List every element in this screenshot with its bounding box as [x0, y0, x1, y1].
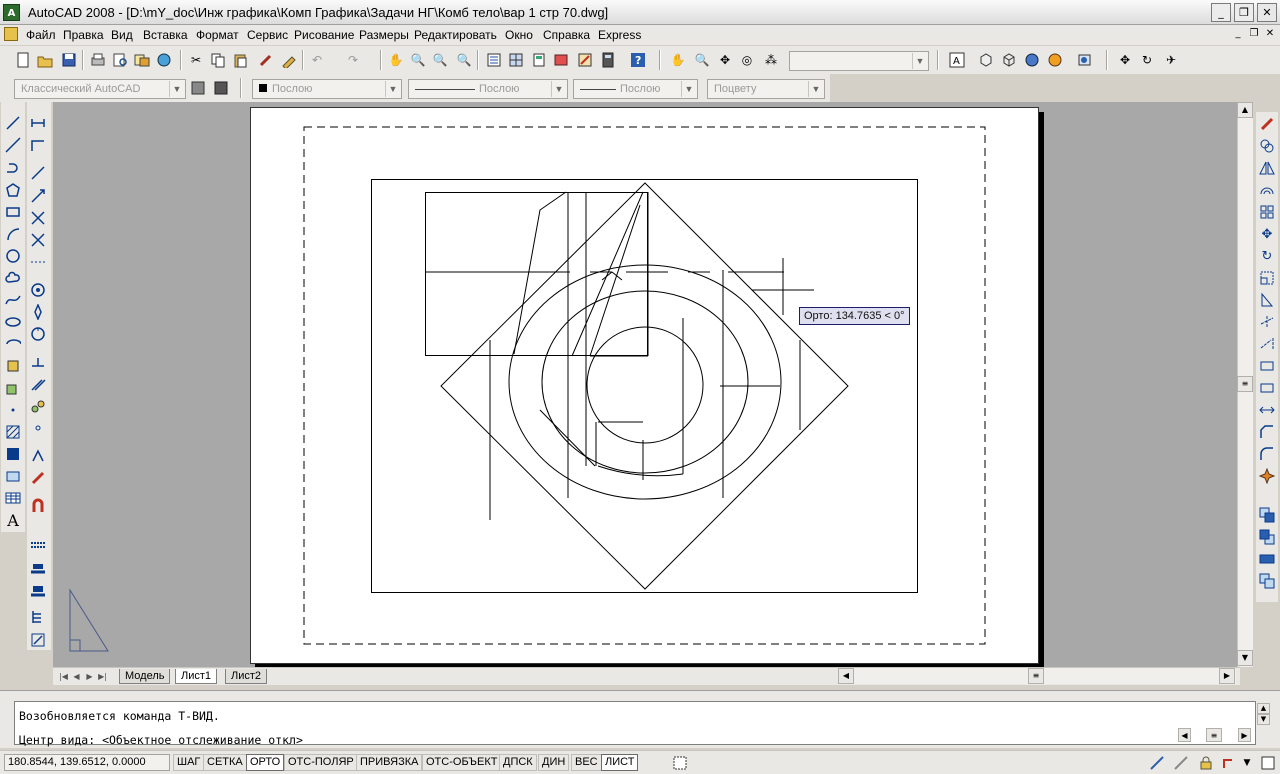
first-tab-icon[interactable]: |◀	[57, 670, 70, 683]
break-icon[interactable]	[1257, 378, 1277, 398]
mirror-icon[interactable]	[1257, 158, 1277, 178]
otrack-toggle[interactable]: ОТС-ОБЪЕКТ	[422, 754, 502, 771]
middle-ellipse	[541, 290, 749, 474]
tab-sheet2[interactable]: Лист2	[225, 669, 268, 684]
next-tab-icon[interactable]: ▶	[83, 670, 96, 683]
draworder-above-icon[interactable]	[1257, 549, 1277, 569]
break-at-point-icon[interactable]	[1257, 356, 1277, 376]
draworder-below-icon[interactable]	[1257, 571, 1277, 591]
annotation-scale-icon[interactable]	[1172, 754, 1190, 771]
lwt-toggle[interactable]: ВЕС	[571, 754, 602, 771]
extend-icon[interactable]	[1257, 334, 1277, 354]
copy-object-icon[interactable]	[1257, 136, 1277, 156]
cmd-scroll-left-icon[interactable]: ◀	[1178, 728, 1191, 742]
last-tab-icon[interactable]: ▶|	[96, 670, 109, 683]
command-history[interactable]: Возобновляется команда Т-ВИД. Центр вида…	[14, 701, 1256, 747]
diamond-outline	[440, 182, 849, 590]
draworder-front-icon[interactable]	[1257, 505, 1277, 525]
draworder-back-icon[interactable]	[1257, 527, 1277, 547]
stretch-icon[interactable]	[1257, 290, 1277, 310]
array-icon[interactable]	[1257, 202, 1277, 222]
ucs-triangle-icon	[69, 588, 109, 652]
vertical-scrollbar[interactable]: ▲ ≡ ▼	[1237, 102, 1253, 667]
scale-icon[interactable]	[1257, 268, 1277, 288]
horizontal-scrollbar[interactable]: ◀ ≡ ▶	[838, 668, 1236, 684]
command-line-1: Возобновляется команда Т-ВИД.	[19, 709, 220, 723]
ducs-toggle[interactable]: ДПСК	[499, 754, 537, 771]
coordinate-readout[interactable]: 180.8544, 139.6512, 0.0000	[4, 754, 170, 771]
join-icon[interactable]	[1257, 400, 1277, 420]
command-window: Возобновляется команда Т-ВИД. Центр вида…	[0, 690, 1280, 748]
command-line-2: Центр вида: <Объектное отслеживание откл…	[19, 733, 303, 747]
tab-sheet1[interactable]: Лист1	[175, 669, 218, 684]
cmd-hscroll-thumb[interactable]: ≡	[1206, 728, 1222, 742]
fillet-icon[interactable]	[1257, 444, 1277, 464]
cmd-scroll-up-icon[interactable]: ▲	[1257, 703, 1270, 714]
prev-tab-icon[interactable]: ◀	[70, 670, 83, 683]
printable-area-border	[303, 126, 986, 645]
viewport-frame[interactable]	[371, 179, 918, 593]
explode-icon[interactable]	[1257, 466, 1277, 486]
hscroll-thumb[interactable]: ≡	[1028, 668, 1044, 684]
move-icon[interactable]: ✥	[1257, 224, 1277, 244]
tab-model[interactable]: Модель	[119, 669, 171, 684]
maximize-viewport-icon[interactable]	[671, 754, 689, 771]
drawing-geometry	[69, 126, 986, 652]
paper-toggle[interactable]: ЛИСТ	[601, 754, 639, 771]
lock-icon[interactable]	[1197, 754, 1215, 771]
rotate-icon[interactable]: ↻	[1257, 246, 1277, 266]
scroll-thumb[interactable]: ≡	[1237, 376, 1253, 392]
offset-icon[interactable]	[1257, 180, 1277, 200]
scroll-down-icon[interactable]: ▼	[1237, 650, 1253, 666]
ortho-toggle[interactable]: ОРТО	[246, 754, 285, 771]
chamfer-icon[interactable]	[1257, 422, 1277, 442]
status-menu-icon[interactable]: ▼	[1241, 754, 1253, 771]
clean-screen-icon[interactable]	[1259, 754, 1277, 771]
cmd-scroll-down-icon[interactable]: ▼	[1257, 714, 1270, 725]
scroll-right-icon[interactable]: ▶	[1219, 668, 1235, 684]
modify-toolbar-right: ✥ ↻	[1256, 112, 1278, 602]
comm-center-icon[interactable]	[1148, 754, 1166, 771]
inner-circle	[586, 326, 704, 444]
tray-settings-icon[interactable]	[1219, 754, 1237, 771]
osnap-toggle[interactable]: ПРИВЯЗКА	[356, 754, 423, 771]
dyn-toggle[interactable]: ДИН	[538, 754, 570, 771]
grid-toggle[interactable]: СЕТКА	[203, 754, 247, 771]
erase-icon[interactable]	[1257, 114, 1277, 134]
status-bar: 180.8544, 139.6512, 0.0000 ШАГ СЕТКА ОРТ…	[0, 750, 1280, 774]
ortho-tooltip: Орто: 134.7635 < 0°	[799, 307, 910, 325]
polar-toggle[interactable]: ОТС-ПОЛЯР	[284, 754, 358, 771]
trim-icon[interactable]	[1257, 312, 1277, 332]
scroll-up-icon[interactable]: ▲	[1237, 102, 1253, 118]
cmd-scroll-right-icon[interactable]: ▶	[1238, 728, 1251, 742]
snap-toggle[interactable]: ШАГ	[173, 754, 205, 771]
outer-ellipse	[508, 264, 782, 500]
scroll-left-icon[interactable]: ◀	[838, 668, 854, 684]
